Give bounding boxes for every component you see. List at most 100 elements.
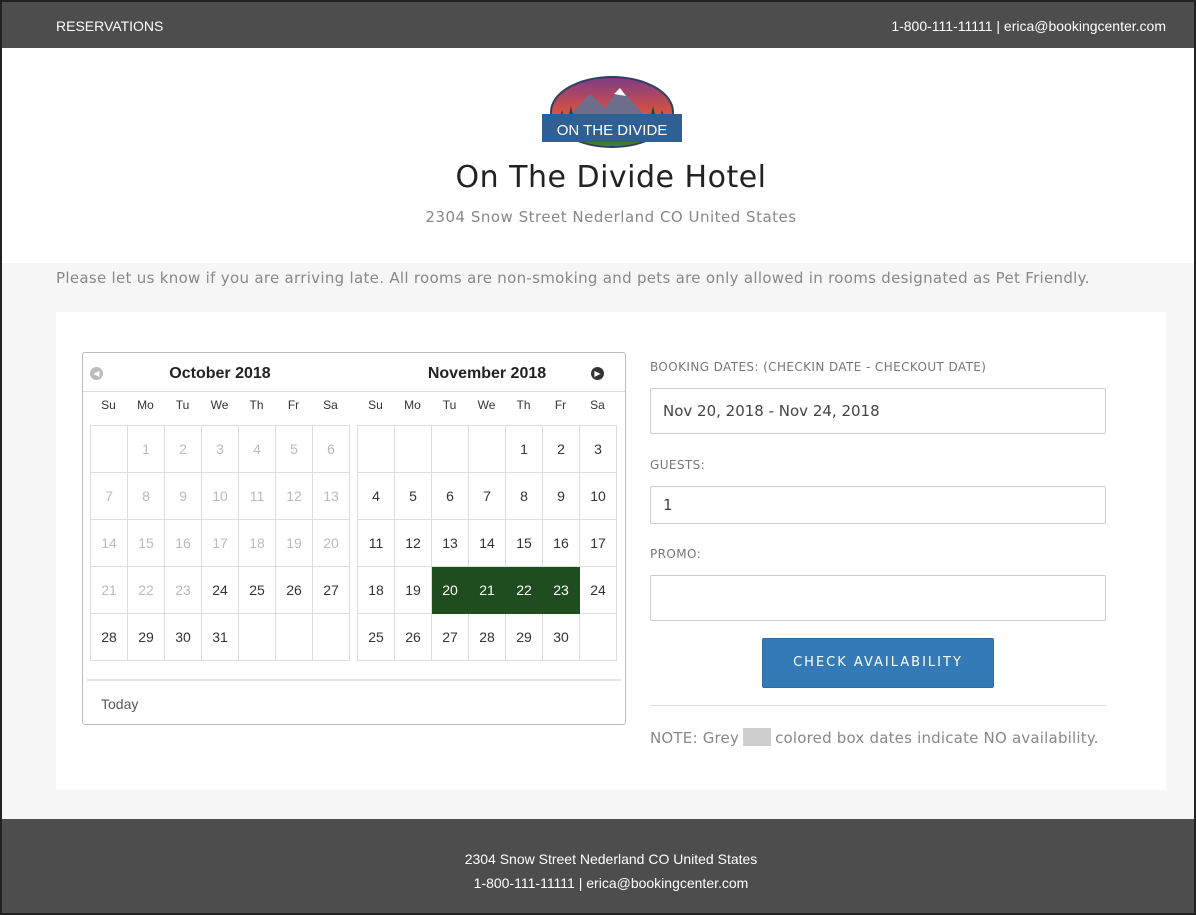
day-cell: 12 <box>276 473 313 520</box>
hotel-address: 2304 Snow Street Nederland CO United Sta… <box>425 208 797 226</box>
weekday-label: Tu <box>442 398 457 412</box>
form-divider <box>650 705 1106 706</box>
day-cell[interactable]: 23 <box>543 567 580 614</box>
day-cell[interactable]: 5 <box>395 473 432 520</box>
day-cell: 5 <box>276 426 313 473</box>
calendar-week: 18 19 20 21 22 23 24 <box>358 567 617 614</box>
note-prefix: NOTE: Grey <box>650 729 740 747</box>
day-cell[interactable]: 16 <box>543 520 580 567</box>
grey-swatch <box>743 728 772 746</box>
day-cell: 21 <box>91 567 128 614</box>
weekday-label: Fr <box>554 398 567 412</box>
day-cell[interactable]: 6 <box>432 473 469 520</box>
day-cell[interactable]: 8 <box>506 473 543 520</box>
booking-dates-label: BOOKING DATES: (CHECKIN DATE - CHECKOUT … <box>650 360 987 374</box>
day-cell[interactable]: 3 <box>580 426 617 473</box>
calendar-header-divider <box>83 391 625 392</box>
booking-dates-input[interactable]: Nov 20, 2018 - Nov 24, 2018 <box>650 388 1106 434</box>
day-cell[interactable]: 7 <box>469 473 506 520</box>
day-cell[interactable]: 24 <box>580 567 617 614</box>
empty-day-cell <box>469 426 506 473</box>
availability-note: NOTE: Grey colored box dates indicate NO … <box>650 728 1120 747</box>
day-cell[interactable]: 4 <box>358 473 395 520</box>
day-cell[interactable]: 27 <box>313 567 350 614</box>
day-cell[interactable]: 25 <box>239 567 276 614</box>
day-cell[interactable]: 29 <box>128 614 165 661</box>
day-cell[interactable]: 21 <box>469 567 506 614</box>
weekday-label: Th <box>516 398 531 412</box>
day-cell[interactable]: 10 <box>580 473 617 520</box>
day-cell[interactable]: 28 <box>469 614 506 661</box>
day-cell[interactable]: 13 <box>432 520 469 567</box>
weekday-label: Mo <box>404 398 421 412</box>
weekday-header: Su Mo Tu We Th Fr Sa <box>357 398 617 412</box>
day-cell[interactable]: 24 <box>202 567 239 614</box>
day-cell[interactable]: 12 <box>395 520 432 567</box>
promo-input[interactable] <box>650 575 1106 621</box>
day-cell[interactable]: 28 <box>91 614 128 661</box>
day-cell[interactable]: 30 <box>543 614 580 661</box>
promo-label: PROMO: <box>650 547 702 561</box>
calendar-footer-divider <box>87 679 621 681</box>
hotel-logo: ON THE DIVIDE <box>540 76 684 156</box>
footer-address: 2304 Snow Street Nederland CO United Sta… <box>464 851 758 867</box>
weekday-label: We <box>477 398 496 412</box>
arrival-notice: Please let us know if you are arriving l… <box>56 269 1090 287</box>
day-cell[interactable]: 26 <box>276 567 313 614</box>
day-cell[interactable]: 11 <box>358 520 395 567</box>
empty-day-cell <box>580 614 617 661</box>
day-cell[interactable]: 19 <box>395 567 432 614</box>
day-cell: 1 <box>128 426 165 473</box>
day-cell: 3 <box>202 426 239 473</box>
top-contact[interactable]: 1-800-111-11111 | erica@bookingcenter.co… <box>891 18 1166 34</box>
day-cell[interactable]: 30 <box>165 614 202 661</box>
weekday-label: Sa <box>590 398 605 412</box>
empty-day-cell <box>358 426 395 473</box>
calendar-week: 25 26 27 28 29 30 <box>358 614 617 661</box>
day-cell[interactable]: 26 <box>395 614 432 661</box>
day-cell: 23 <box>165 567 202 614</box>
month-title: October 2018 <box>169 365 271 382</box>
today-link[interactable]: Today <box>101 696 138 712</box>
day-cell: 22 <box>128 567 165 614</box>
calendar-week: 123456 <box>91 426 350 473</box>
day-cell: 7 <box>91 473 128 520</box>
day-cell[interactable]: 2 <box>543 426 580 473</box>
day-cell[interactable]: 27 <box>432 614 469 661</box>
calendar-week: 21 22 23 24 25 26 27 <box>91 567 350 614</box>
day-cell[interactable]: 29 <box>506 614 543 661</box>
weekday-label: Fr <box>287 398 300 412</box>
day-cell: 10 <box>202 473 239 520</box>
calendar-week: 4 5 6 7 8 9 10 <box>358 473 617 520</box>
day-cell: 20 <box>313 520 350 567</box>
reservations-link[interactable]: RESERVATIONS <box>56 18 163 34</box>
day-cell[interactable]: 31 <box>202 614 239 661</box>
hotel-name: On The Divide Hotel <box>455 160 767 195</box>
svg-text:ON THE DIVIDE: ON THE DIVIDE <box>557 122 668 139</box>
guests-input[interactable]: 1 <box>650 486 1106 524</box>
empty-day-cell <box>395 426 432 473</box>
top-bar: RESERVATIONS 1-800-111-11111 | erica@boo… <box>2 2 1194 48</box>
day-cell: 13 <box>313 473 350 520</box>
weekday-header: Su Mo Tu We Th Fr Sa <box>90 398 350 412</box>
weekday-label: Tu <box>175 398 190 412</box>
day-cell: 9 <box>165 473 202 520</box>
day-cell: 17 <box>202 520 239 567</box>
day-cell[interactable]: 15 <box>506 520 543 567</box>
empty-day-cell <box>432 426 469 473</box>
day-cell[interactable]: 14 <box>469 520 506 567</box>
empty-day-cell <box>276 614 313 661</box>
day-cell[interactable]: 1 <box>506 426 543 473</box>
check-availability-button[interactable]: CHECK AVAILABILITY <box>762 638 994 688</box>
calendar-week: 28 29 30 31 <box>91 614 350 661</box>
day-cell: 11 <box>239 473 276 520</box>
day-cell[interactable]: 18 <box>358 567 395 614</box>
footer-contact[interactable]: 1-800-111-11111 | erica@bookingcenter.co… <box>2 875 1194 891</box>
day-cell[interactable]: 22 <box>506 567 543 614</box>
day-cell[interactable]: 17 <box>580 520 617 567</box>
day-cell[interactable]: 25 <box>358 614 395 661</box>
day-cell[interactable]: 20 <box>432 567 469 614</box>
date-range-picker: ◀ ▶ October 2018 Su Mo Tu We Th Fr Sa 12345678… <box>82 352 626 725</box>
booking-panel: ◀ ▶ October 2018 Su Mo Tu We Th Fr Sa 12345678… <box>56 312 1166 790</box>
day-cell[interactable]: 9 <box>543 473 580 520</box>
